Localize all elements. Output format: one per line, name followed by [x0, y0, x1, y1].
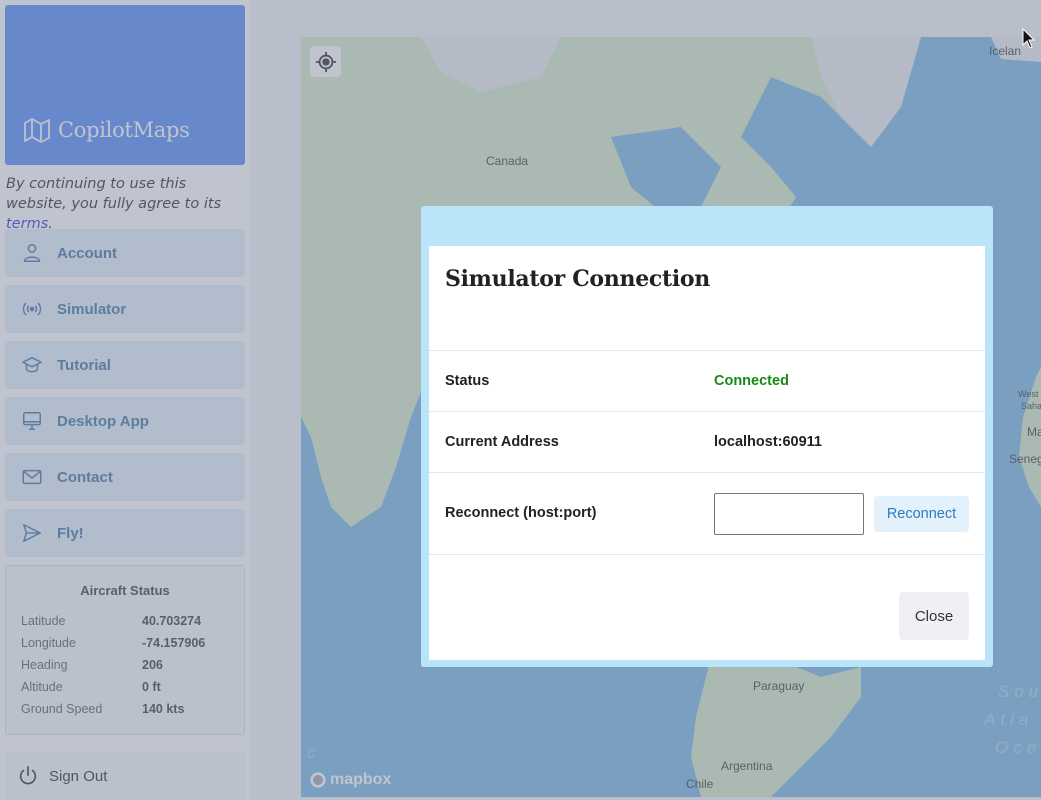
host-port-input[interactable] [714, 493, 864, 535]
dialog-body: Simulator Connection Status Connected Cu… [429, 246, 985, 660]
reconnect-button[interactable]: Reconnect [874, 496, 969, 532]
status-label: Status [445, 373, 490, 389]
mouse-cursor-icon [1022, 28, 1036, 49]
close-button[interactable]: Close [899, 592, 969, 640]
status-value: Connected [714, 373, 789, 389]
current-address-value: localhost:60911 [714, 434, 822, 450]
dialog-title: Simulator Connection [445, 266, 710, 292]
address-row: Current Address localhost:60911 [429, 411, 985, 472]
simulator-connection-dialog: Simulator Connection Status Connected Cu… [421, 206, 993, 667]
status-row: Status Connected [429, 350, 985, 411]
reconnect-row: Reconnect (host:port) Reconnect [429, 472, 985, 555]
reconnect-label: Reconnect (host:port) [445, 505, 597, 521]
current-address-label: Current Address [445, 434, 559, 450]
